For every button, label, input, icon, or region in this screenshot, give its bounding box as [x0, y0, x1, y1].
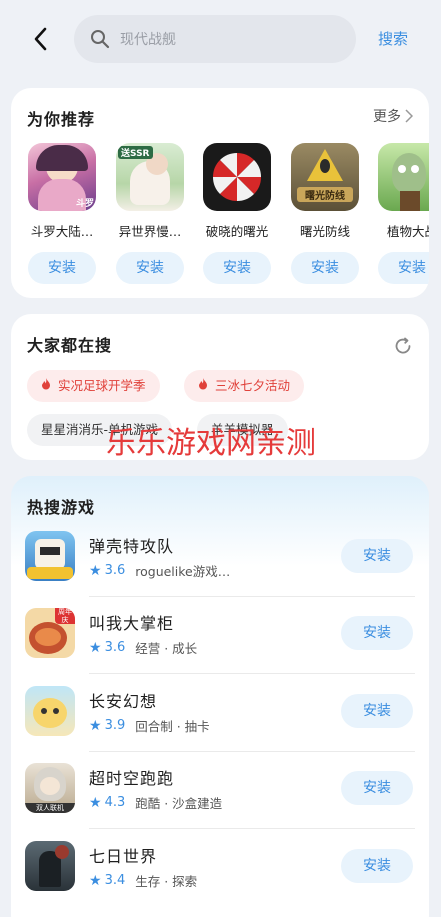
- install-button[interactable]: 安装: [28, 252, 96, 284]
- star-icon: ★: [89, 562, 102, 579]
- star-icon: ★: [89, 794, 102, 811]
- game-rating: 3.6: [104, 640, 126, 655]
- search-placeholder: 现代战舰: [120, 32, 176, 48]
- app-name: 破晓的曙光: [205, 224, 269, 239]
- divider: [89, 673, 415, 674]
- hot-games-section: 热搜游戏 弹壳特攻队 ★ 3.6 roguelike游戏… 安装 周年庆 叫我大…: [11, 476, 429, 917]
- game-badge: 周年庆: [55, 608, 75, 624]
- install-button[interactable]: 安装: [203, 252, 271, 284]
- divider: [89, 751, 415, 752]
- back-arrow-icon: [34, 27, 47, 51]
- game-name: 超时空跑跑: [89, 769, 175, 788]
- more-label: 更多: [373, 109, 401, 125]
- install-button[interactable]: 安装: [341, 771, 413, 805]
- divider: [89, 828, 415, 829]
- game-row[interactable]: 长安幻想 ★ 3.9 回合制 · 抽卡 安装: [25, 686, 415, 764]
- app-icon-douluo: 斗罗: [28, 143, 96, 211]
- install-button[interactable]: 安装: [341, 539, 413, 573]
- section-title: 为你推荐: [27, 110, 96, 129]
- game-rating: 3.9: [104, 718, 126, 733]
- more-link[interactable]: 更多: [373, 106, 413, 126]
- game-icon-dazhanggui: 周年庆: [25, 608, 75, 658]
- star-icon: ★: [89, 872, 102, 889]
- app-badge: 送SSR: [118, 146, 153, 159]
- game-rating: 4.3: [104, 795, 126, 810]
- game-name: 七日世界: [89, 847, 158, 866]
- fire-icon: [42, 378, 50, 390]
- game-tags: roguelike游戏…: [135, 564, 231, 579]
- game-meta: ★ 3.6 经营 · 成长: [89, 638, 197, 657]
- section-title: 热搜游戏: [27, 498, 96, 517]
- app-icon-pvz: [378, 143, 429, 211]
- watermark-text: 乐乐游戏网亲测: [106, 426, 316, 461]
- game-tags: 经营 · 成长: [135, 641, 198, 656]
- search-chip[interactable]: 三冰七夕活动: [184, 370, 304, 402]
- app-name: 曙光防线: [299, 224, 350, 239]
- refresh-icon[interactable]: [393, 336, 413, 356]
- app-icon-yishijie: 送SSR: [116, 143, 184, 211]
- chip-label: 三冰七夕活动: [214, 378, 290, 393]
- game-meta: ★ 3.9 回合制 · 抽卡: [89, 716, 210, 735]
- game-icon-danke: [25, 531, 75, 581]
- app-icon-umbrella: [203, 143, 271, 211]
- star-icon: ★: [89, 639, 102, 656]
- chevron-right-icon: [405, 109, 413, 123]
- app-icon-shuguang: 曙光防线: [291, 143, 359, 211]
- star-icon: ★: [89, 717, 102, 734]
- install-button[interactable]: 安装: [378, 252, 429, 284]
- game-name: 长安幻想: [89, 692, 158, 711]
- app-card[interactable]: 斗罗 斗罗大陆… 安装: [26, 143, 98, 284]
- fire-icon: [199, 378, 207, 390]
- back-button[interactable]: [26, 24, 54, 54]
- app-card[interactable]: 曙光防线 曙光防线 安装: [289, 143, 361, 284]
- install-button[interactable]: 安装: [341, 694, 413, 728]
- game-tags: 回合制 · 抽卡: [135, 719, 210, 734]
- chip-label: 实况足球开学季: [57, 378, 146, 393]
- game-row[interactable]: 双人联机 超时空跑跑 ★ 4.3 跑酷 · 沙盒建造 安装: [25, 763, 415, 841]
- recommend-section: 为你推荐 更多 斗罗 斗罗大陆… 安装 送SSR 异世界慢… 安装 破晓的曙光 …: [11, 88, 429, 298]
- game-badge: 双人联机: [25, 803, 75, 813]
- app-card[interactable]: 送SSR 异世界慢… 安装: [114, 143, 186, 284]
- search-icon: [91, 30, 110, 49]
- install-button[interactable]: 安装: [291, 252, 359, 284]
- search-button[interactable]: 搜索: [378, 28, 408, 49]
- game-row[interactable]: 周年庆 叫我大掌柜 ★ 3.6 经营 · 成长 安装: [25, 608, 415, 686]
- install-button[interactable]: 安装: [341, 616, 413, 650]
- game-tags: 生存 · 探索: [135, 874, 198, 889]
- game-meta: ★ 4.3 跑酷 · 沙盒建造: [89, 793, 222, 812]
- app-card[interactable]: 破晓的曙光 安装: [201, 143, 273, 284]
- app-badge: 斗罗: [75, 199, 94, 209]
- game-meta: ★ 3.4 生存 · 探索: [89, 871, 197, 890]
- game-icon-chaoshikong: 双人联机: [25, 763, 75, 813]
- app-name: 斗罗大陆…: [30, 224, 94, 239]
- game-meta: ★ 3.6 roguelike游戏…: [89, 561, 230, 580]
- game-tags: 跑酷 · 沙盒建造: [135, 796, 223, 811]
- game-rating: 3.6: [104, 563, 126, 578]
- game-icon-changan: [25, 686, 75, 736]
- game-row[interactable]: 七日世界 ★ 3.4 生存 · 探索 安装: [25, 841, 415, 917]
- app-card[interactable]: 植物大战 安装: [376, 143, 429, 284]
- game-row[interactable]: 弹壳特攻队 ★ 3.6 roguelike游戏… 安装: [25, 531, 415, 609]
- search-chip[interactable]: 实况足球开学季: [27, 370, 160, 402]
- search-input[interactable]: 现代战舰: [74, 15, 356, 63]
- top-bar: 现代战舰 搜索: [0, 0, 441, 80]
- install-button[interactable]: 安装: [116, 252, 184, 284]
- app-badge: 曙光防线: [297, 187, 353, 202]
- divider: [89, 596, 415, 597]
- install-button[interactable]: 安装: [341, 849, 413, 883]
- game-icon-qiri: [25, 841, 75, 891]
- game-rating: 3.4: [104, 873, 126, 888]
- game-name: 叫我大掌柜: [89, 614, 175, 633]
- section-title: 大家都在搜: [27, 336, 113, 355]
- umbrella-logo-icon: [212, 152, 262, 202]
- game-name: 弹壳特攻队: [89, 537, 175, 556]
- app-name: 植物大战: [386, 224, 429, 239]
- app-name: 异世界慢…: [118, 224, 182, 239]
